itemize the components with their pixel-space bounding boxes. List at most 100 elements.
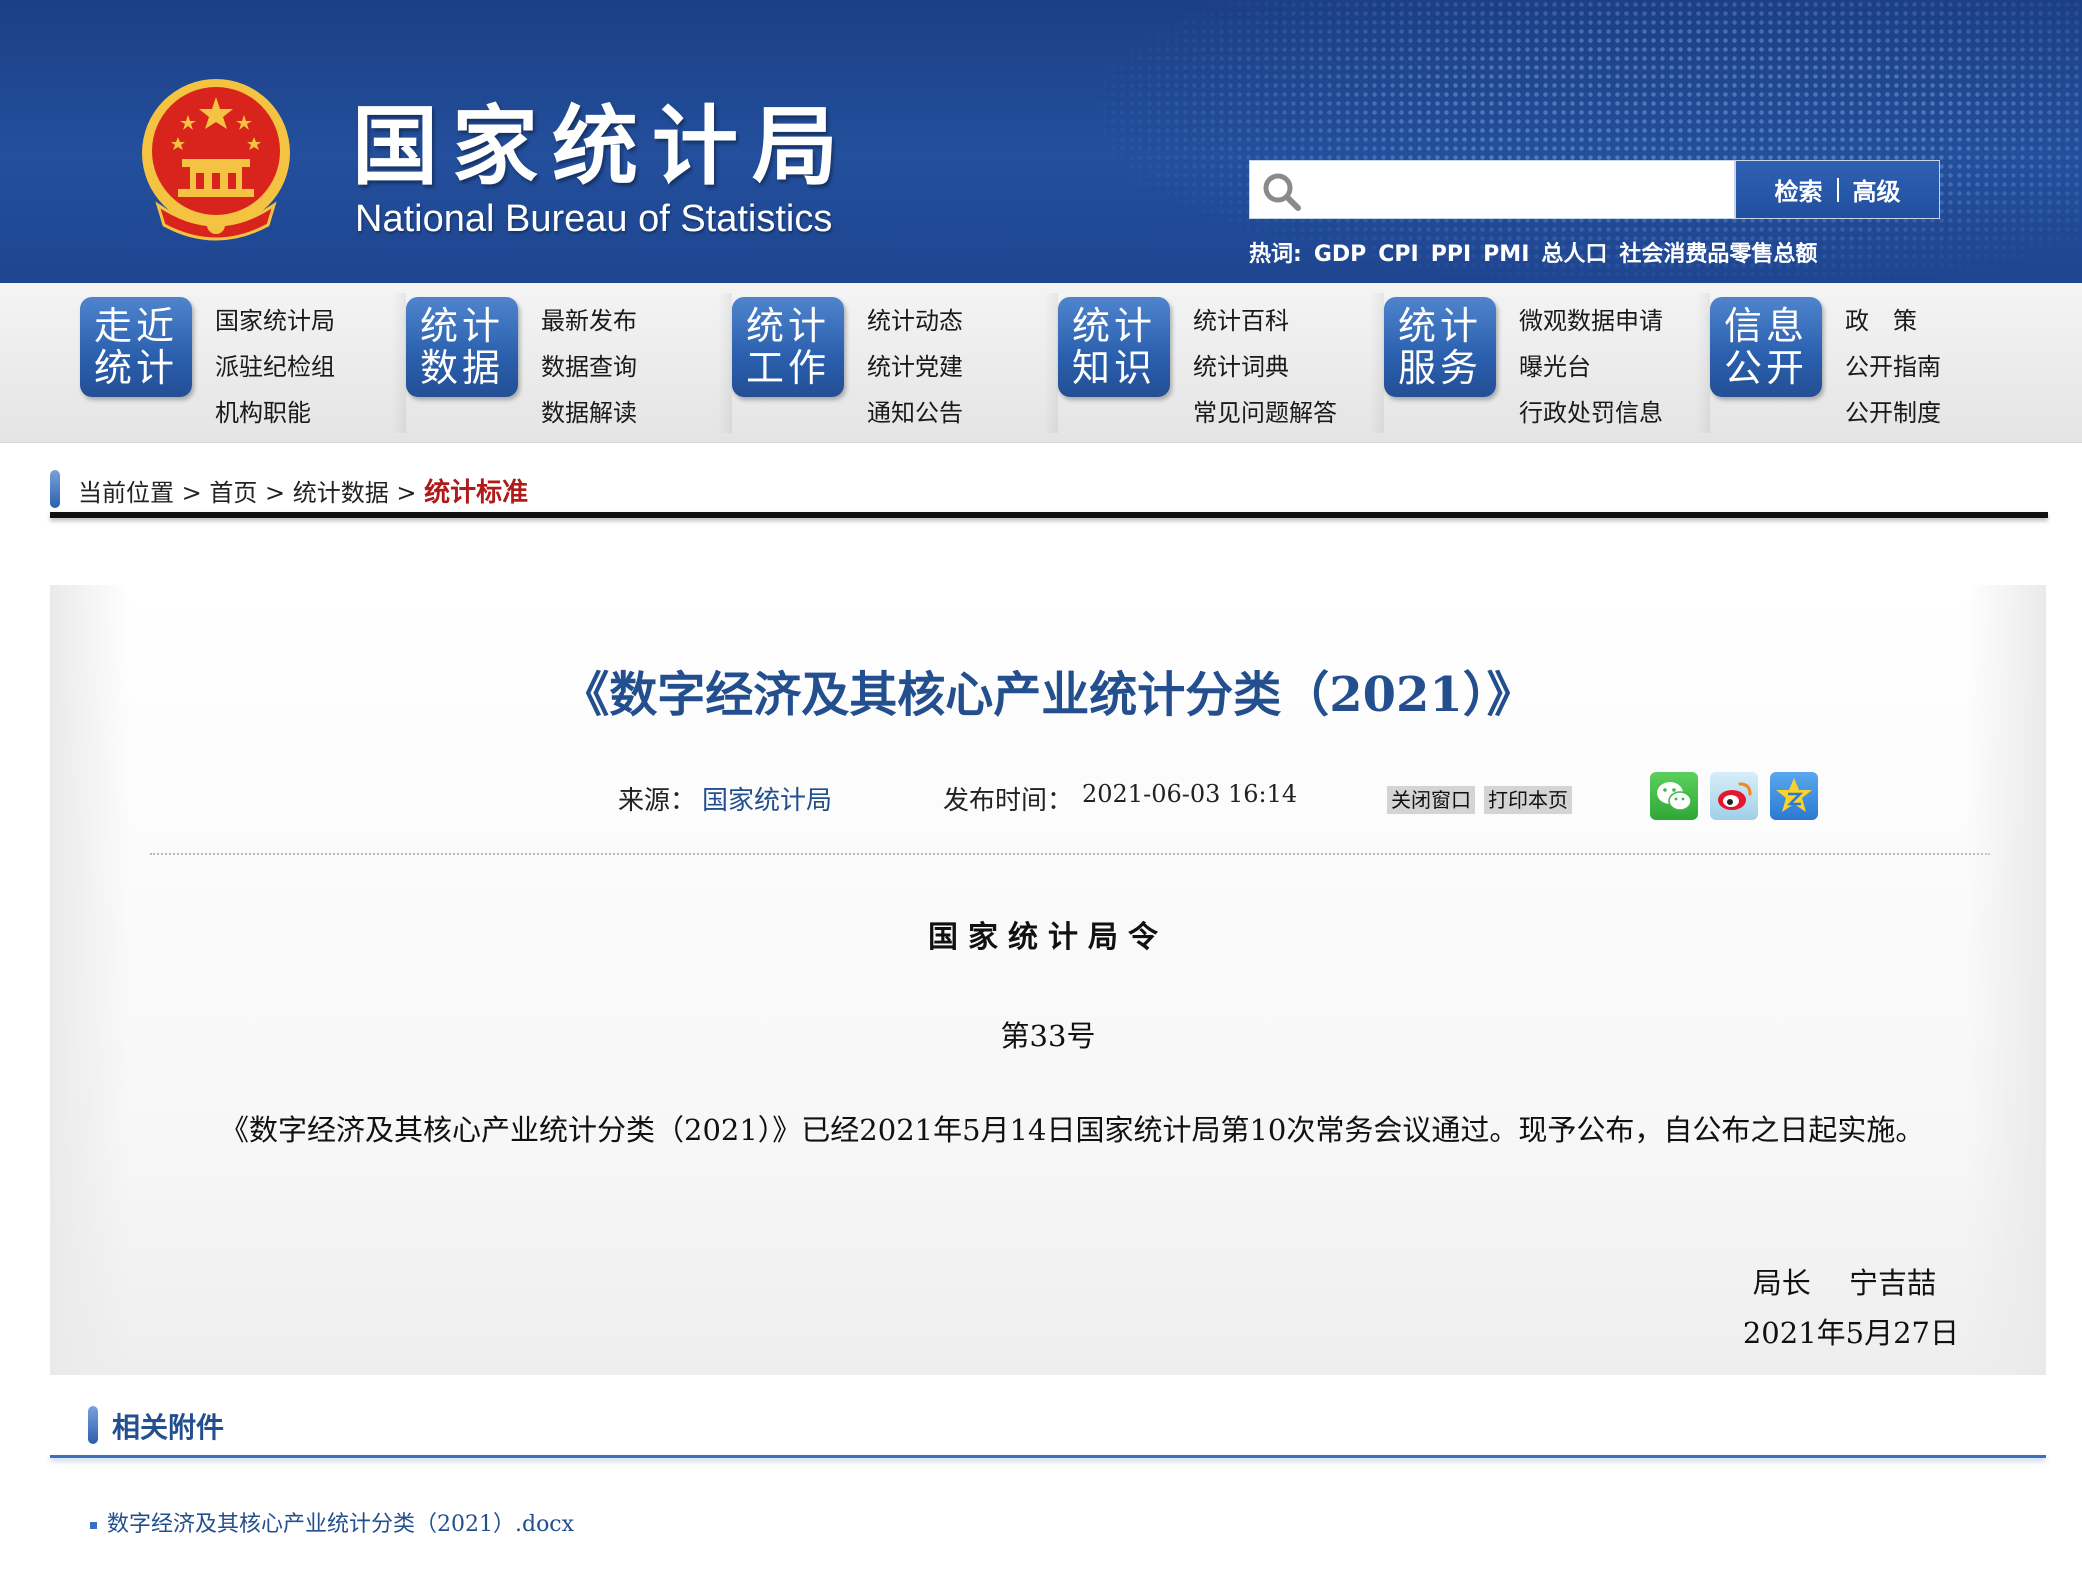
nav-link[interactable]: 国家统计局 [215,303,335,349]
close-window-button[interactable]: 关闭窗口 [1387,786,1475,814]
nav-badge-about[interactable]: 走近 统计 [80,297,192,397]
breadcrumb-separator: > [174,479,210,507]
nav-links: 统计动态 统计党建 通知公告 [867,303,963,441]
nav-links: 国家统计局 派驻纪检组 机构职能 [215,303,335,441]
nav-divider [718,293,732,433]
nav-link[interactable]: 数据查询 [541,349,637,395]
article: 《数字经济及其核心产业统计分类（2021）》 来源： 国家统计局 发布时间： 2… [50,585,2046,1375]
nav-link[interactable]: 数据解读 [541,395,637,441]
nav-link[interactable]: 统计党建 [867,349,963,395]
nav-badge-line: 统计 [419,304,504,348]
nav-links: 统计百科 统计词典 常见问题解答 [1193,303,1337,441]
source-label: 来源： [618,786,697,816]
nav-links: 微观数据申请 曝光台 行政处罚信息 [1519,303,1663,441]
breadcrumb-trail: 当前位置 > 首页 > 统计数据 > 统计标准 [78,472,528,509]
hotwords-label: 热词: [1249,242,1302,267]
nav-links: 最新发布 数据查询 数据解读 [541,303,637,441]
nav-divider [392,293,406,433]
publish-time-value: 2021-06-03 16:14 [1082,780,1298,808]
sign-date: 2021年5月27日 [1742,1316,1959,1350]
weibo-icon[interactable] [1710,772,1758,820]
article-title: 《数字经济及其核心产业统计分类（2021）》 [561,667,1535,723]
breadcrumb-current[interactable]: 统计标准 [424,478,528,508]
nav-badge-line: 知识 [1071,346,1156,390]
hotword-link[interactable]: PMI [1483,242,1529,267]
search-input[interactable] [1310,169,1720,211]
publish-time-label: 发布时间： [943,786,1074,816]
search-box[interactable] [1249,160,1735,219]
nav-badge-data[interactable]: 统计 数据 [406,297,518,397]
nav-link[interactable]: 政 策 [1845,303,1941,349]
nav-badge-line: 数据 [419,346,504,390]
nav-divider [1370,293,1384,433]
breadcrumb-label: 当前位置 [78,479,174,507]
hotword-link[interactable]: 总人口 [1541,242,1607,267]
nav-link[interactable]: 机构职能 [215,395,335,441]
nav-group-about: 走近 统计 国家统计局 派驻纪检组 机构职能 [80,283,406,443]
advanced-search-button[interactable]: 高级 [1853,172,1901,207]
hotword-link[interactable]: 社会消费品零售总额 [1619,242,1817,267]
attachments-heading-label: 相关附件 [112,1411,225,1444]
breadcrumb-divider [50,512,2048,518]
site-title-cn[interactable]: 国家统计局 [352,76,852,197]
breadcrumb: 当前位置 > 首页 > 统计数据 > 统计标准 [50,466,2048,510]
nav-link[interactable]: 公开制度 [1845,395,1941,441]
breadcrumb-separator: > [257,479,293,507]
nav-group-data: 统计 数据 最新发布 数据查询 数据解读 [406,283,732,443]
breadcrumb-marker [50,470,60,508]
hotwords: 热词: GDP CPI PPI PMI 总人口 社会消费品零售总额 [1249,236,1829,268]
print-page-button[interactable]: 打印本页 [1484,786,1572,814]
nav-link[interactable]: 行政处罚信息 [1519,395,1663,441]
qzone-icon[interactable] [1770,772,1818,820]
order-body: 《数字经济及其核心产业统计分类（2021）》已经2021年5月14日国家统计局第… [220,1113,1925,1147]
nav-link[interactable]: 最新发布 [541,303,637,349]
nav-link[interactable]: 常见问题解答 [1193,395,1337,441]
nav-divider [1044,293,1058,433]
nav-link[interactable]: 派驻纪检组 [215,349,335,395]
nav-link[interactable]: 曝光台 [1519,349,1663,395]
attachment-link[interactable]: 数字经济及其核心产业统计分类（2021）.docx [107,1512,574,1537]
signer: 局长 宁吉喆 [1752,1266,1936,1300]
search-button-divider [1836,177,1839,202]
order-number: 第33号 [1000,1019,1096,1053]
main-nav: 走近 统计 国家统计局 派驻纪检组 机构职能 统计 数据 最新发布 数据查询 数… [0,283,2082,443]
nav-badge-line: 统计 [1397,304,1482,348]
breadcrumb-separator: > [388,479,425,507]
nav-badge-disclosure[interactable]: 信息 公开 [1710,297,1822,397]
nav-badge-line: 统计 [745,304,830,348]
hotword-link[interactable]: GDP [1314,242,1366,267]
search-button[interactable]: 检索 [1775,172,1823,207]
attachment-item: 数字经济及其核心产业统计分类（2021）.docx [90,1506,574,1538]
nav-link[interactable]: 统计词典 [1193,349,1337,395]
national-emblem-icon[interactable] [138,75,294,243]
attachments-divider [50,1455,2046,1458]
nav-link[interactable]: 统计动态 [867,303,963,349]
nav-badge-line: 信息 [1723,304,1808,348]
nav-group-knowledge: 统计 知识 统计百科 统计词典 常见问题解答 [1058,283,1384,443]
nav-link[interactable]: 公开指南 [1845,349,1941,395]
nav-badge-line: 公开 [1723,346,1808,390]
nav-badge-knowledge[interactable]: 统计 知识 [1058,297,1170,397]
nav-badge-service[interactable]: 统计 服务 [1384,297,1496,397]
nav-badge-work[interactable]: 统计 工作 [732,297,844,397]
bullet-icon [90,1521,97,1529]
breadcrumb-link-home[interactable]: 首页 [209,479,257,507]
hotword-link[interactable]: PPI [1431,242,1471,267]
nav-links: 政 策 公开指南 公开制度 [1845,303,1941,441]
source-value: 国家统计局 [702,786,833,816]
hotword-link[interactable]: CPI [1378,242,1418,267]
wechat-icon[interactable] [1650,772,1698,820]
order-title: 国家统计局令 [928,920,1168,955]
nav-divider [1696,293,1710,433]
nav-group-work: 统计 工作 统计动态 统计党建 通知公告 [732,283,1058,443]
search-buttons: 检索 高级 [1735,160,1940,219]
nav-link[interactable]: 微观数据申请 [1519,303,1663,349]
nav-link[interactable]: 通知公告 [867,395,963,441]
nav-badge-line: 走近 [93,304,178,348]
site-title-en[interactable]: National Bureau of Statistics [355,198,832,241]
breadcrumb-link-data[interactable]: 统计数据 [293,479,389,507]
nav-link[interactable]: 统计百科 [1193,303,1337,349]
nav-badge-line: 统计 [1071,304,1156,348]
nav-badge-line: 工作 [745,346,830,390]
site-header: 国家统计局 National Bureau of Statistics 检索 高… [0,0,2082,283]
